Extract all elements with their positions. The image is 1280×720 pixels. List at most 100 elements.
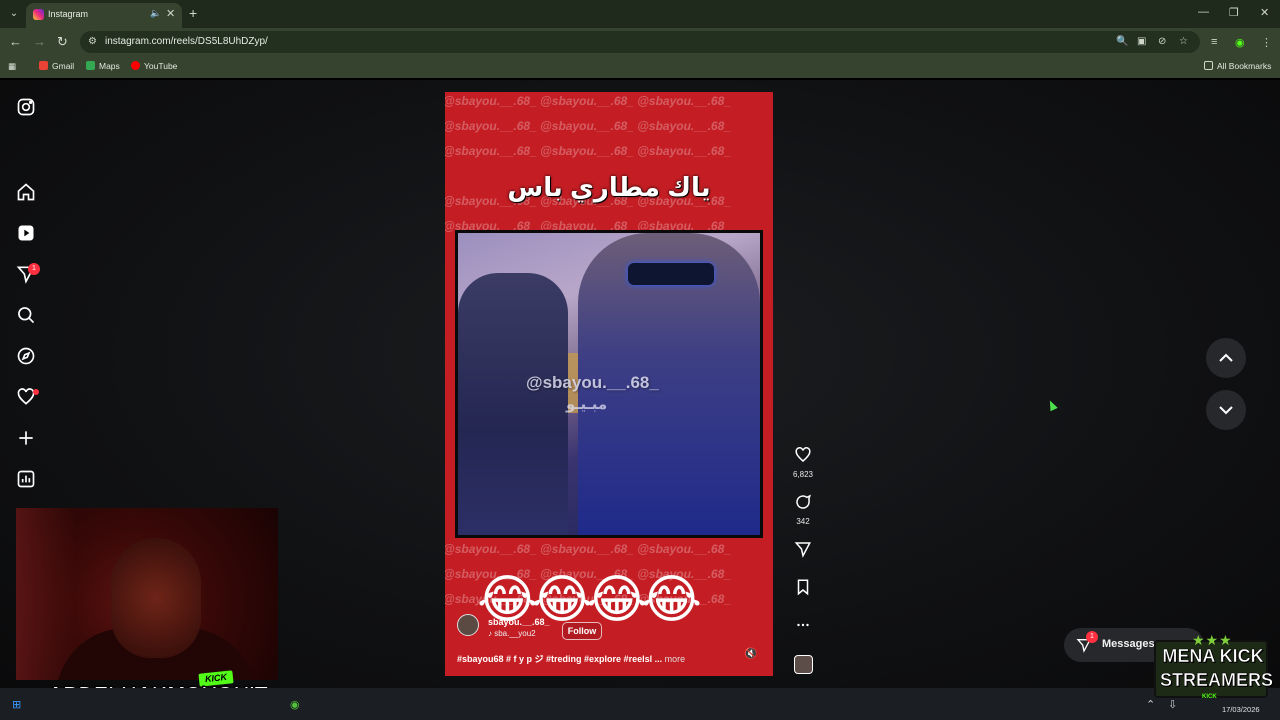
person-left [458,273,568,535]
tab-title: Instagram [48,9,89,19]
like-count: 6,823 [792,470,814,479]
tab-close-icon[interactable]: ✕ [166,7,175,20]
more-icon [797,623,809,627]
video-watermark: @sbayou.__.68_ [526,373,659,392]
create-icon[interactable] [16,428,36,448]
messages-count-badge: 1 [1086,631,1098,643]
streamer-face [111,538,201,658]
windows-taskbar: ⊞ ◉ ⌃ ⇩ [0,688,1280,720]
reels-icon[interactable] [16,223,36,243]
browser-toolbar: ← → ↻ ⚙ instagram.com/reels/DS5L8UhDZyp/… [0,28,1280,56]
watermark-row: @sbayou.__.68_ @sbayou.__.68_ @sbayou.__… [445,94,731,108]
previous-reel-button[interactable] [1206,338,1246,378]
instagram-favicon-icon [33,9,44,20]
comment-count: 342 [796,517,810,526]
bookmark-icon [797,579,809,596]
close-window-button[interactable]: ✕ [1260,6,1269,19]
tray-network-icon[interactable]: ⇩ [1168,698,1177,711]
gmail-icon [39,61,48,70]
folder-icon [1204,61,1213,70]
save-button[interactable] [788,578,818,601]
follow-button[interactable]: Follow [562,622,602,640]
dashboard-icon[interactable] [16,469,36,489]
reel-caption[interactable]: #sbayou68 # f y p ジ #treding #explore #r… [457,652,685,665]
like-button[interactable]: 6,823 [788,446,818,479]
bookmark-youtube[interactable]: YouTube [131,61,177,71]
share-icon [794,542,811,558]
minimize-button[interactable]: — [1198,6,1209,18]
watermark-row: @sbayou.__.68_ @sbayou.__.68_ @sbayou.__… [445,144,731,158]
watermark-row: @sbayou.__.68_ @sbayou.__.68_ @sbayou.__… [445,119,731,133]
bookmark-label: Gmail [52,61,75,71]
chrome-taskbar-icon[interactable]: ◉ [290,698,300,711]
restore-button[interactable]: ❐ [1229,6,1239,19]
audio-label[interactable]: ♪ sba.__you2 [488,629,536,638]
heart-icon [795,447,811,462]
watermark-row: @sbayou.__.68_ @sbayou.__.68_ @sbayou.__… [445,542,731,556]
notification-dot [33,389,39,395]
tab-instagram[interactable]: Instagram 🔈 ✕ [26,3,182,28]
search-icon[interactable] [16,305,36,325]
zoom-icon[interactable]: 🔍 [1116,36,1128,47]
new-tab-button[interactable]: + [189,5,197,21]
youtube-icon [131,61,140,70]
streamer-webcam [16,508,278,680]
author-avatar[interactable] [457,614,479,636]
logo-line2: STREAMERS [1160,670,1274,691]
chevron-up-icon [1219,353,1233,362]
start-icon[interactable]: ⊞ [12,698,21,711]
back-button[interactable]: ← [9,34,22,49]
comment-button[interactable]: 342 [788,493,818,526]
bookmark-gmail[interactable]: Gmail [39,61,74,71]
menu-icon[interactable]: ⋮ [1261,36,1272,49]
video-watermark-arabic: مبـيـو [566,396,608,413]
tray-chevron-icon[interactable]: ⌃ [1146,698,1155,711]
reel-video[interactable]: @sbayou.__.68_ @sbayou.__.68_ @sbayou.__… [445,92,773,676]
media-icon[interactable]: ≡ [1211,36,1217,48]
author-username[interactable]: sbayou.__.68_ [488,617,550,627]
home-icon[interactable] [16,182,36,202]
messages-label: Messages [1102,638,1155,650]
sunglasses [628,263,714,285]
instagram-logo-icon[interactable] [16,97,36,117]
url-text: instagram.com/reels/DS5L8UhDZyp/ [105,36,268,47]
bookmark-star-icon[interactable]: ☆ [1179,36,1188,47]
site-info-icon[interactable]: ⚙ [88,36,97,47]
reel-arabic-caption: ياك مطاري باس [507,172,711,202]
explore-icon[interactable] [16,346,36,366]
bookmark-label: YouTube [144,61,178,71]
bookmark-maps[interactable]: Maps [86,61,120,71]
chevron-down-icon [1219,406,1233,415]
taskbar-date: 17/03/2026 [1222,705,1260,714]
messages-badge: 1 [28,263,40,275]
extension-icon[interactable]: ◉ [1235,36,1245,49]
more-link[interactable]: more [665,654,686,664]
comment-icon [796,494,811,509]
address-bar[interactable]: ⚙ instagram.com/reels/DS5L8UhDZyp/ 🔍 ▣ ⊘… [80,31,1200,53]
forward-button[interactable]: → [33,34,46,49]
video-frame: @sbayou.__.68_ مبـيـو [455,230,763,538]
logo-kick: KICK [1202,694,1217,700]
audio-thumbnail[interactable] [794,655,813,674]
all-bookmarks-label: All Bookmarks [1217,61,1272,71]
cast-icon[interactable]: ▣ [1137,36,1146,47]
mena-kick-streamers-logo: ★★★ MENA KICK STREAMERS KICK [1154,632,1274,700]
maps-icon [86,61,95,70]
tab-strip: ⌄ Instagram 🔈 ✕ + — ❐ ✕ [0,0,1280,28]
eye-off-icon[interactable]: ⊘ [1158,36,1166,47]
audio-toggle-icon[interactable]: 🔇 [744,647,758,660]
tab-audio-icon[interactable]: 🔈 [150,8,161,19]
bookmarks-bar: ▦ Gmail Maps YouTube All Bookmarks [0,56,1280,78]
apps-icon[interactable]: ▦ [8,61,16,72]
all-bookmarks[interactable]: All Bookmarks [1204,61,1271,71]
next-reel-button[interactable] [1206,390,1246,430]
webcam-light [16,508,76,680]
video-scene: @sbayou.__.68_ مبـيـو [458,233,760,535]
logo-line1: MENA KICK [1162,646,1264,667]
bookmark-label: Maps [99,61,120,71]
reload-button[interactable]: ↻ [57,34,68,50]
share-button[interactable] [788,540,818,563]
tab-search-icon[interactable]: ⌄ [6,6,22,22]
mouse-cursor [1046,398,1058,412]
more-options-button[interactable] [788,616,818,639]
